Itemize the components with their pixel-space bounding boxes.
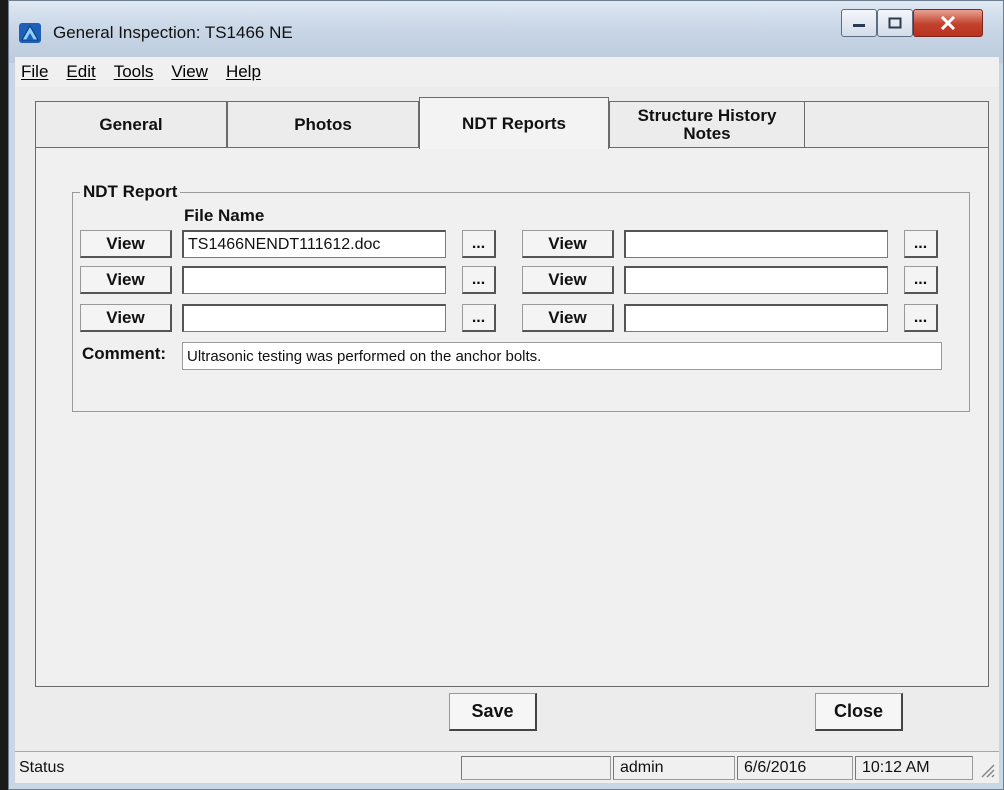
close-icon <box>940 16 956 30</box>
comment-label: Comment: <box>82 344 167 363</box>
menu-file[interactable]: File <box>21 62 48 82</box>
status-text: Status <box>19 759 65 776</box>
minimize-button[interactable] <box>841 9 877 37</box>
view-button-right-2[interactable]: View <box>522 266 614 294</box>
save-button[interactable]: Save <box>449 693 537 731</box>
tab-ndt-reports[interactable]: NDT Reports <box>419 97 609 149</box>
status-field-empty <box>461 756 611 780</box>
file-name-field-right-3[interactable] <box>624 304 888 332</box>
view-button-left-1[interactable]: View <box>80 230 172 258</box>
browse-button-left-1[interactable]: ... <box>462 230 496 258</box>
view-button-left-2[interactable]: View <box>80 266 172 294</box>
comment-field[interactable] <box>182 342 942 370</box>
menu-edit[interactable]: Edit <box>66 62 95 82</box>
status-user: admin <box>613 756 735 780</box>
status-bar: Status admin 6/6/2016 10:12 AM <box>15 751 999 783</box>
browse-button-right-2[interactable]: ... <box>904 266 938 294</box>
browse-button-left-2[interactable]: ... <box>462 266 496 294</box>
close-window-button[interactable] <box>913 9 983 37</box>
client-area: General Photos NDT Reports Structure His… <box>15 87 999 751</box>
view-button-right-3[interactable]: View <box>522 304 614 332</box>
menu-bar: File Edit Tools View Help <box>15 57 999 87</box>
menu-tools[interactable]: Tools <box>114 62 154 82</box>
file-name-field-left-3[interactable] <box>182 304 446 332</box>
file-name-field-left-2[interactable] <box>182 266 446 294</box>
application-window: General Inspection: TS1466 NE File Edit … <box>8 0 1004 790</box>
resize-grip-icon[interactable] <box>979 762 995 778</box>
ndt-report-group-label: NDT Report <box>80 182 181 202</box>
ndt-reports-panel: NDT Report File Name View ... View ... V… <box>35 147 989 687</box>
browse-button-left-3[interactable]: ... <box>462 304 496 332</box>
view-button-left-3[interactable]: View <box>80 304 172 332</box>
status-date: 6/6/2016 <box>737 756 853 780</box>
tab-structure-history-notes[interactable]: Structure History Notes <box>609 101 805 147</box>
menu-view[interactable]: View <box>171 62 208 82</box>
file-name-field-right-1[interactable] <box>624 230 888 258</box>
browse-button-right-1[interactable]: ... <box>904 230 938 258</box>
app-logo-icon <box>19 23 41 43</box>
close-button[interactable]: Close <box>815 693 903 731</box>
tab-strip-filler <box>805 101 989 147</box>
menu-help[interactable]: Help <box>226 62 261 82</box>
file-name-header: File Name <box>184 206 265 225</box>
browse-button-right-3[interactable]: ... <box>904 304 938 332</box>
title-bar[interactable]: General Inspection: TS1466 NE <box>9 1 1003 63</box>
status-time: 10:12 AM <box>855 756 973 780</box>
maximize-icon <box>888 17 902 29</box>
file-name-field-left-1[interactable] <box>182 230 446 258</box>
tab-photos[interactable]: Photos <box>227 101 419 147</box>
maximize-button[interactable] <box>877 9 913 37</box>
window-title: General Inspection: TS1466 NE <box>53 23 293 42</box>
file-name-field-right-2[interactable] <box>624 266 888 294</box>
tab-general[interactable]: General <box>35 101 227 147</box>
view-button-right-1[interactable]: View <box>522 230 614 258</box>
minimize-icon <box>853 24 865 27</box>
